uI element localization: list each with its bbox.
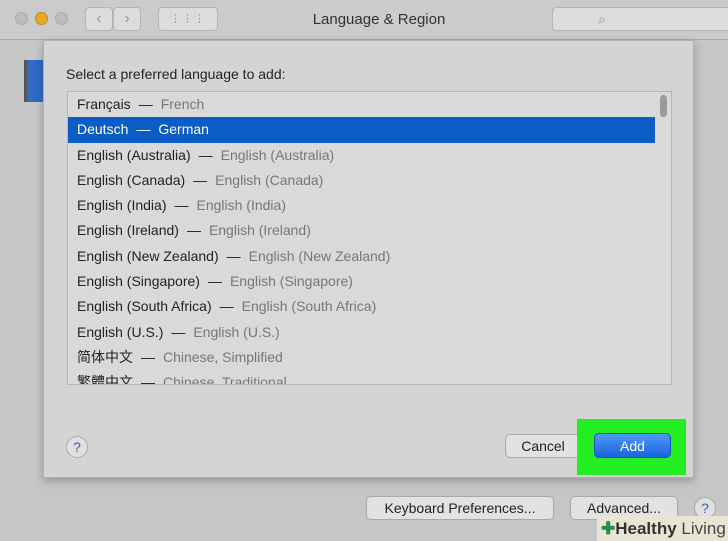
separator: — bbox=[136, 121, 151, 138]
english-name: English (India) bbox=[196, 197, 287, 214]
native-name: English (Australia) bbox=[77, 146, 191, 163]
language-row[interactable]: English (Australia) — English (Australia) bbox=[68, 143, 655, 168]
separator: — bbox=[219, 298, 234, 315]
language-row[interactable]: English (South Africa) — English (South Af… bbox=[68, 294, 655, 319]
english-name: English (U.S.) bbox=[193, 323, 280, 340]
english-name: English (South Africa) bbox=[241, 298, 377, 315]
add-language-dialog: Select a preferred language to add: Fran… bbox=[43, 40, 694, 478]
native-name: English (New Zealand) bbox=[77, 247, 219, 264]
native-name: English (Singapore) bbox=[77, 273, 200, 290]
separator: — bbox=[174, 197, 189, 214]
native-name: English (South Africa) bbox=[77, 298, 212, 315]
separator: — bbox=[198, 146, 213, 163]
language-row[interactable]: 繁體中文 — Chinese, Traditional bbox=[68, 370, 655, 385]
english-name: English (New Zealand) bbox=[248, 247, 391, 264]
native-name: English (Canada) bbox=[77, 171, 186, 188]
language-row[interactable]: Deutsch — German bbox=[68, 117, 655, 143]
english-name: Chinese, Simplified bbox=[163, 348, 283, 365]
separator: — bbox=[193, 171, 208, 188]
watermark-suffix: Living bbox=[681, 519, 726, 538]
separator: — bbox=[186, 222, 201, 239]
english-name: English (Canada) bbox=[215, 171, 324, 188]
add-button[interactable]: Add bbox=[594, 433, 671, 458]
watermark-brand: Healthy bbox=[615, 519, 677, 538]
separator: — bbox=[141, 348, 155, 365]
scrollbar[interactable] bbox=[660, 95, 667, 117]
language-row[interactable]: English (Canada) — English (Canada) bbox=[68, 168, 655, 193]
english-name: English (Australia) bbox=[220, 146, 335, 163]
english-name: German bbox=[158, 121, 209, 138]
separator: — bbox=[138, 96, 153, 112]
language-row[interactable]: English (India) — English (India) bbox=[68, 193, 655, 218]
language-row[interactable]: English (New Zealand) — English (New Zeala… bbox=[68, 244, 655, 269]
english-name: Chinese, Traditional bbox=[163, 374, 287, 385]
separator: — bbox=[141, 374, 155, 385]
plus-icon: ✚ bbox=[601, 519, 616, 538]
cancel-button[interactable]: Cancel bbox=[505, 434, 581, 458]
language-list[interactable]: Français — French Deutsch — German English (Au… bbox=[67, 91, 672, 385]
english-name: English (Ireland) bbox=[208, 222, 311, 239]
native-name: 繁體中文 bbox=[77, 374, 133, 385]
native-name: Français bbox=[77, 96, 131, 112]
language-row[interactable]: English (Singapore) — English (Singapore) bbox=[68, 269, 655, 294]
separator: — bbox=[226, 247, 241, 264]
separator: — bbox=[171, 323, 186, 340]
native-name: English (India) bbox=[77, 197, 167, 214]
title-bar: ‹ › ⋮⋮⋮ Language & Region ⌕ bbox=[0, 0, 728, 40]
english-name: English (Singapore) bbox=[229, 273, 353, 290]
separator: — bbox=[207, 273, 222, 290]
language-row[interactable]: 简体中文 — Chinese, Simplified bbox=[68, 345, 655, 370]
native-name: English (U.S.) bbox=[77, 323, 164, 340]
native-name: Deutsch bbox=[77, 121, 129, 138]
search-field[interactable]: ⌕ bbox=[552, 7, 728, 31]
help-button[interactable]: ? bbox=[66, 436, 88, 458]
watermark-logo: ✚Healthy Living bbox=[597, 516, 728, 541]
language-row[interactable]: Français — French bbox=[68, 92, 655, 117]
native-name: English (Ireland) bbox=[77, 222, 179, 239]
language-row[interactable]: English (U.S.) — English (U.S.) bbox=[68, 320, 655, 345]
keyboard-preferences-button[interactable]: Keyboard Preferences... bbox=[366, 496, 554, 520]
language-row[interactable]: English (Ireland) — English (Ireland) bbox=[68, 218, 655, 243]
native-name: 简体中文 bbox=[77, 348, 133, 365]
search-icon: ⌕ bbox=[598, 11, 606, 27]
english-name: French bbox=[160, 96, 205, 112]
dialog-prompt: Select a preferred language to add: bbox=[66, 66, 286, 82]
